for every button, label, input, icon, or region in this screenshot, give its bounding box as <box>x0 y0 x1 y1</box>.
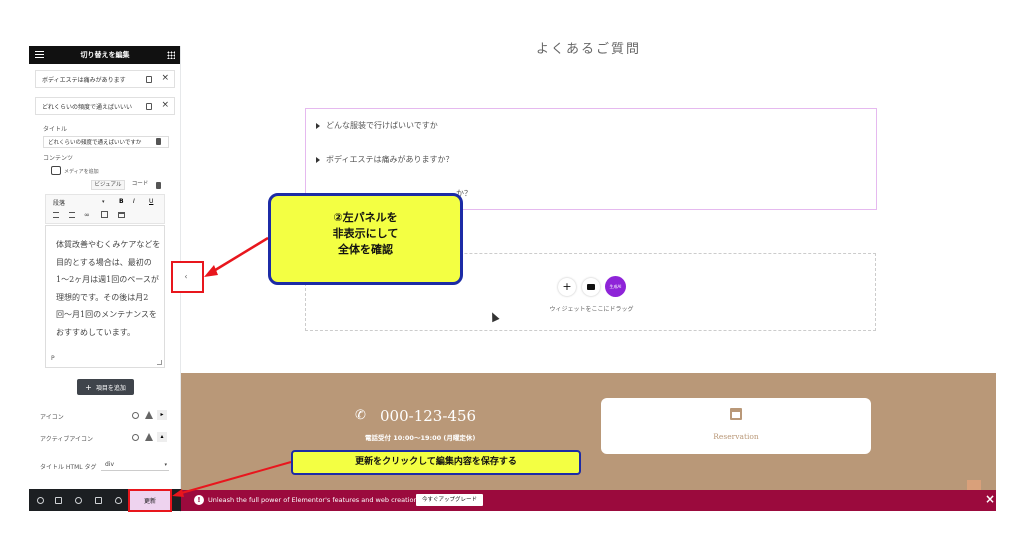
callout1-line3: 全体を確認 <box>338 243 393 256</box>
callout1-line2: 非表示にして <box>332 227 399 240</box>
callout1-arrow-head <box>204 265 218 277</box>
annotation-arrows <box>172 236 292 497</box>
callout-hide-panel: ②左パネルを 非表示にして 全体を確認 <box>268 193 463 285</box>
callout2-arrow-line <box>177 461 292 495</box>
callout1-arrow-line <box>211 236 269 274</box>
callout2-arrow-head <box>172 489 184 497</box>
callout1-line1: ②左パネルを <box>333 211 398 224</box>
callout-save: 更新をクリックして編集内容を保存する <box>291 450 581 475</box>
